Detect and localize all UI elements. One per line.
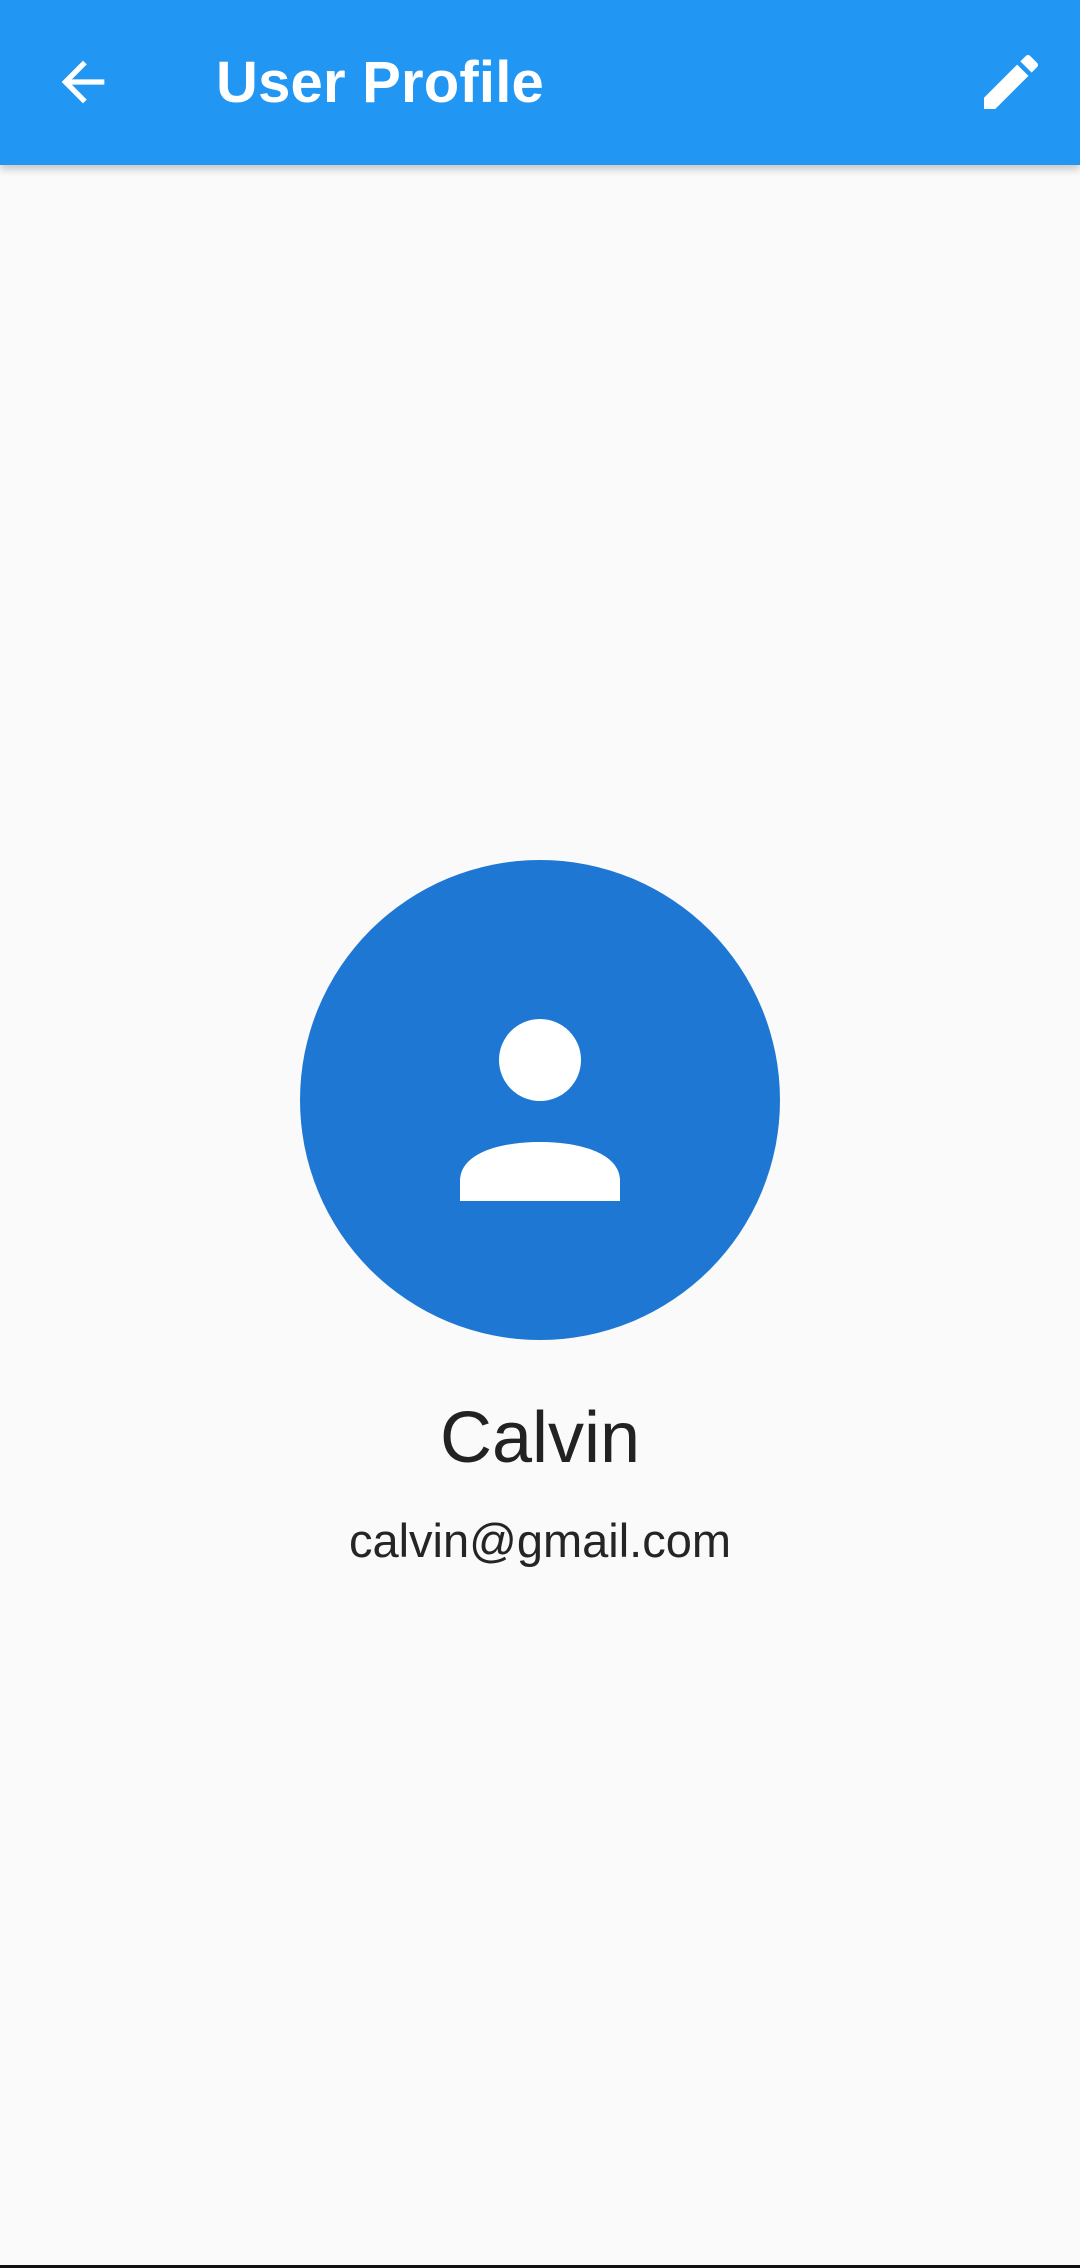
profile-name: Calvin (439, 1398, 641, 1478)
avatar (300, 860, 780, 1340)
back-button[interactable] (33, 32, 133, 132)
user-profile-screen: User Profile Calvin calvin@gmail.com (0, 0, 1080, 2268)
arrow-back-icon (61, 60, 105, 104)
page-title: User Profile (216, 50, 544, 115)
pencil-icon (984, 54, 1039, 109)
profile-content: Calvin calvin@gmail.com (0, 165, 1080, 2268)
profile-email: calvin@gmail.com (348, 1514, 732, 1567)
edit-profile-button[interactable] (961, 32, 1061, 132)
app-bar: User Profile (0, 0, 1080, 165)
person-icon (460, 1019, 620, 1201)
